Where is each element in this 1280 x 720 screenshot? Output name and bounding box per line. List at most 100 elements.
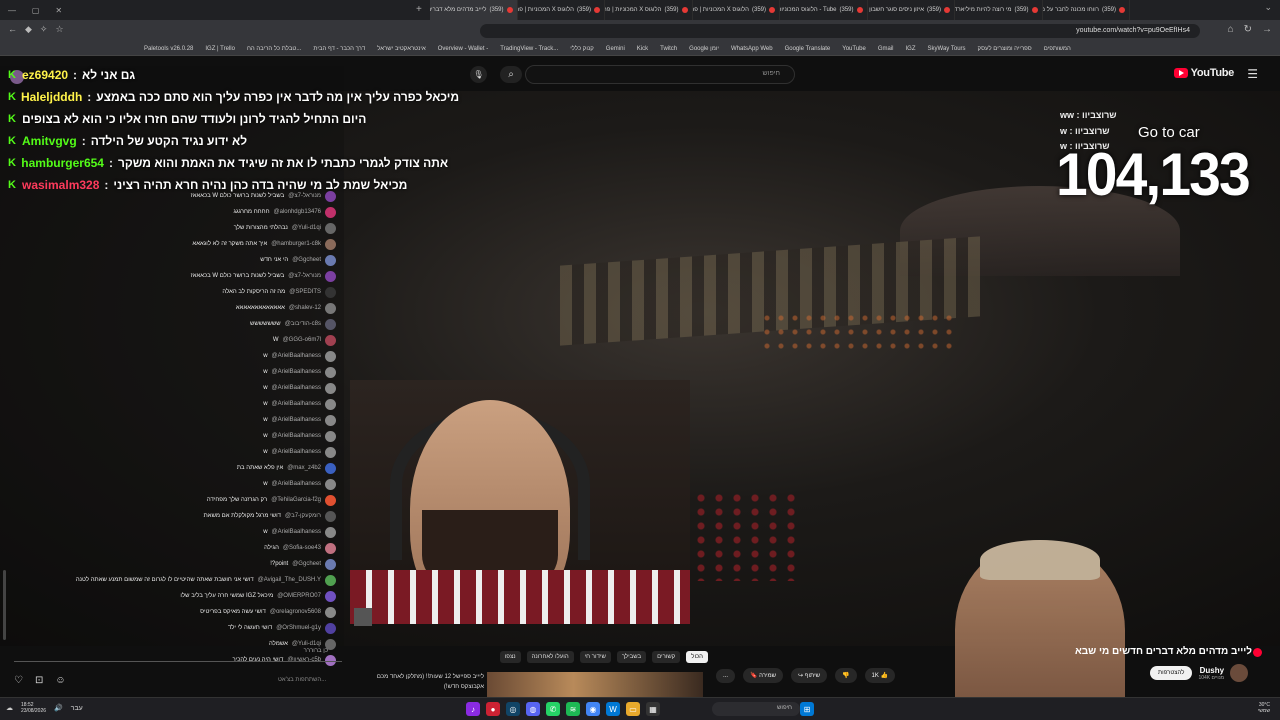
dollar-icon[interactable]: ⊡ (35, 675, 43, 686)
weather-widget[interactable]: 30°C שמשי (1258, 702, 1270, 714)
store-icon[interactable]: ▦ (646, 702, 660, 716)
close-window-icon[interactable]: ✕ (55, 6, 62, 15)
maximize-icon[interactable]: ▢ (32, 6, 40, 15)
bookmark-item[interactable]: דרך הכבר - דף הבית (313, 46, 365, 52)
clock[interactable]: 18:52 23/08/2026 (21, 702, 46, 714)
browser-tab[interactable]: (359)איזון ניסים סוגר חשבון עם× (868, 0, 955, 20)
subscribe-button[interactable]: להצטרפות (1150, 666, 1193, 680)
chat-author[interactable]: @הודיבוב-c8s (285, 321, 321, 327)
chat-username[interactable]: Haleljdddh (21, 90, 82, 104)
browser-tab[interactable]: (359)הלוגוס X המכוניות | פרוק× (518, 0, 605, 20)
chat-username[interactable]: Amitvgvg (22, 134, 77, 148)
bookmark-item[interactable]: SkyWay Tours (928, 46, 966, 52)
like-button[interactable]: 1K 👍 (864, 668, 895, 683)
chat-avatar[interactable] (325, 606, 336, 618)
bookmark-item[interactable]: קנוק כללי (570, 46, 594, 52)
discord-icon[interactable]: ◍ (526, 702, 540, 716)
chat-input[interactable]: כן ברוררר (14, 648, 342, 662)
forward-icon[interactable]: → (1262, 24, 1272, 35)
chat-author[interactable]: @Sofia-soe43 (283, 545, 321, 551)
lang-indicator[interactable]: עבר (71, 705, 83, 712)
bookmark-item[interactable]: המשותפים (1044, 46, 1071, 52)
app-icon[interactable]: ● (486, 702, 500, 716)
dislike-button[interactable]: 👎 (835, 668, 857, 683)
whatsapp-icon[interactable]: ✆ (546, 702, 560, 716)
bookmark-item[interactable]: Google Translate (785, 46, 831, 52)
chat-scrollbar[interactable] (3, 570, 6, 640)
bookmark-item[interactable]: אינטראקטיב ישראל (377, 46, 426, 52)
chat-avatar[interactable] (325, 286, 336, 298)
chat-avatar[interactable] (325, 302, 336, 314)
chat-avatar[interactable] (325, 558, 336, 570)
chat-author[interactable]: @ArielBaalhaness (272, 529, 321, 535)
chat-avatar[interactable] (325, 462, 336, 474)
chat-avatar[interactable] (325, 414, 336, 426)
folder-icon[interactable]: ▭ (626, 702, 640, 716)
youtube-logo[interactable]: YouTube (1173, 67, 1234, 79)
bookmark-item[interactable]: Google יומן (689, 46, 719, 52)
browser-tab[interactable]: (359)ליייב מדהים מלא דברים חדשים מי שבא× (430, 0, 518, 20)
chat-avatar[interactable] (325, 238, 336, 250)
chat-avatar[interactable] (325, 590, 336, 602)
bookmark-item[interactable]: טבלת כל הריבה הח... (247, 46, 301, 52)
browser-tab[interactable]: (359)מי רוצה להיות מיליארדר× (955, 0, 1043, 20)
chat-avatar[interactable] (325, 430, 336, 442)
bookmark-item[interactable]: Kick (637, 46, 648, 52)
chat-avatar[interactable] (325, 222, 336, 234)
bookmark-item[interactable]: WhatsApp Web (731, 46, 773, 52)
star-icon[interactable]: ☆ (55, 24, 63, 35)
bookmark-item[interactable]: TradingView - Track... (500, 46, 558, 52)
chat-username[interactable]: ez69420 (22, 68, 68, 82)
chat-avatar[interactable] (325, 318, 336, 330)
bookmark-item[interactable]: Twitch (660, 46, 677, 52)
chat-avatar[interactable] (325, 494, 336, 506)
chat-avatar[interactable] (325, 350, 336, 362)
filter-chip[interactable]: נצפו (499, 651, 521, 663)
bookmark-item[interactable]: Gmail (878, 46, 894, 52)
chat-author[interactable]: @OMERPRO07 (277, 593, 321, 599)
filter-chip[interactable]: בשבילך (616, 651, 647, 663)
chat-avatar[interactable] (325, 398, 336, 410)
volume-icon[interactable]: 🔊 (54, 704, 63, 712)
chat-author[interactable]: @Ggcheet (292, 561, 321, 567)
chat-avatar[interactable] (325, 446, 336, 458)
chat-author[interactable]: @GGG-o6m7l (283, 337, 321, 343)
filter-chip[interactable]: שידור חי (579, 651, 611, 663)
filter-chip[interactable]: הועלו לאחרונה (526, 651, 574, 663)
chat-author[interactable]: @רומקעקן-7ב (285, 513, 321, 519)
chat-avatar[interactable] (325, 366, 336, 378)
chat-avatar[interactable] (325, 574, 336, 586)
chrome-icon[interactable]: ◉ (586, 702, 600, 716)
bookmark-item[interactable]: ספרייה ומוצרים לעסק (978, 46, 1032, 52)
share-button[interactable]: ↪ שיתוף (791, 668, 828, 683)
chat-avatar[interactable] (325, 510, 336, 522)
more-button[interactable]: ... (716, 668, 736, 683)
weather-icon[interactable]: ☁ (6, 704, 13, 712)
browser-tab[interactable]: (359)הלוגוס X המכוניות | פרוק× (605, 0, 693, 20)
tab-search-icon[interactable]: ⌄ (1264, 2, 1272, 13)
filter-chip[interactable]: קשורים (652, 651, 681, 663)
chat-author[interactable]: @מנוראל-7צ (288, 193, 321, 199)
channel-name[interactable]: Dushy (1198, 666, 1224, 675)
back-icon[interactable]: ← (8, 24, 17, 35)
chat-author[interactable]: @TehilaGarcia-f2g (271, 497, 321, 503)
reco-title[interactable]: ליייב ספיישל 12 שעות!! (מתלקן לאחד מכם א… (372, 672, 484, 692)
chat-author[interactable]: @alonhdgb13476 (274, 209, 321, 215)
windows-start-icon[interactable]: ⊞ (800, 702, 814, 716)
chat-username[interactable]: hamburger654 (21, 156, 104, 170)
new-tab-icon[interactable]: + (416, 4, 422, 15)
mic-icon[interactable]: 🎙 (470, 66, 487, 83)
search-input[interactable]: חיפוש (525, 65, 795, 84)
filter-chip[interactable]: הכול (686, 651, 708, 663)
chat-avatar[interactable] (325, 622, 336, 634)
channel-avatar[interactable] (1230, 664, 1249, 682)
app-icon[interactable]: ♪ (466, 702, 480, 716)
bookmark-item[interactable]: IGZ | Trello (205, 46, 235, 52)
chat-author[interactable]: @max_z4b2 (287, 465, 321, 471)
chat-author[interactable]: @ArielBaalhaness (272, 369, 321, 375)
steam-icon[interactable]: ◎ (506, 702, 520, 716)
emoji-icon[interactable]: ☺ (55, 675, 65, 686)
chat-author[interactable]: @ArielBaalhaness (272, 433, 321, 439)
browser-tab[interactable]: (359)הלוגוס X המכוניות | פרוק× (693, 0, 780, 20)
chat-author[interactable]: @shalev-12 (289, 305, 321, 311)
